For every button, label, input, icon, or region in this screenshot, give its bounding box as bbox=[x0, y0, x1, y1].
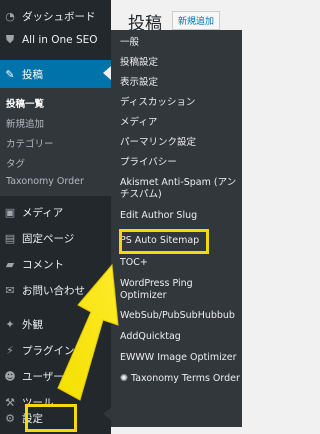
yellow-arrow-pointer bbox=[57, 263, 119, 401]
arrow-shape bbox=[57, 263, 119, 401]
